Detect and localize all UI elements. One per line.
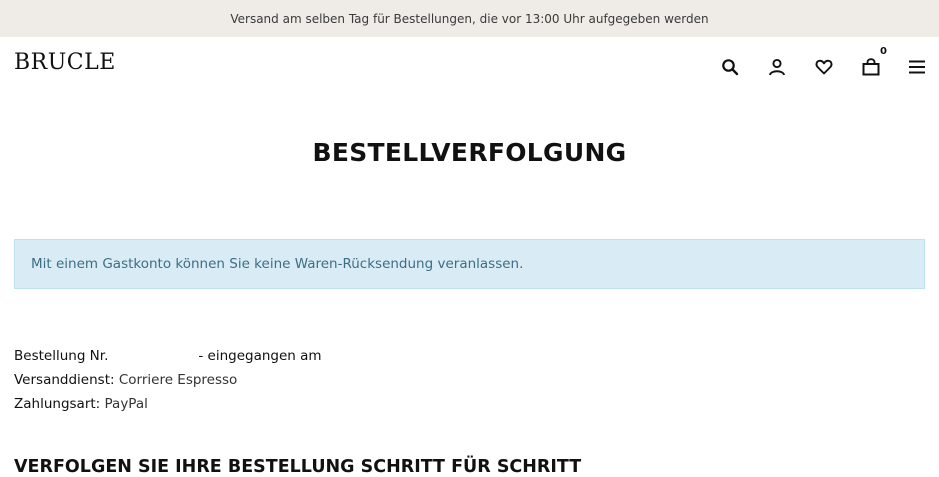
bag-icon[interactable] bbox=[860, 56, 882, 78]
cart-count-badge: 0 bbox=[880, 46, 887, 57]
carrier-line: Versanddienst: Corriere Espresso bbox=[14, 370, 237, 390]
order-number-line: Bestellung Nr. - eingegangen am bbox=[14, 346, 322, 366]
order-received-label: - eingegangen am bbox=[198, 348, 322, 364]
payment-label: Zahlungsart: bbox=[14, 396, 101, 412]
carrier-value: Corriere Espresso bbox=[118, 372, 238, 388]
heart-icon[interactable] bbox=[813, 56, 835, 78]
site-header: BRUCLE 0 bbox=[0, 37, 939, 95]
payment-line: Zahlungsart: PayPal bbox=[14, 394, 148, 414]
carrier-label: Versanddienst: bbox=[14, 372, 115, 388]
search-icon[interactable] bbox=[719, 56, 741, 78]
guest-account-notice: Mit einem Gastkonto können Sie keine War… bbox=[14, 239, 925, 289]
page-title: BESTELLVERFOLGUNG bbox=[312, 138, 627, 167]
announcement-bar: Versand am selben Tag für Bestellungen, … bbox=[0, 0, 939, 37]
tracking-section-title: VERFOLGEN SIE IHRE BESTELLUNG SCHRITT FÜ… bbox=[14, 457, 582, 477]
order-number-label: Bestellung Nr. bbox=[14, 348, 109, 364]
user-icon[interactable] bbox=[766, 56, 788, 78]
payment-value: PayPal bbox=[104, 396, 148, 412]
announcement-text: Versand am selben Tag für Bestellungen, … bbox=[230, 11, 709, 26]
brand-logo[interactable]: BRUCLE bbox=[14, 50, 116, 75]
notice-text: Mit einem Gastkonto können Sie keine War… bbox=[31, 256, 524, 272]
menu-icon[interactable] bbox=[906, 56, 928, 78]
